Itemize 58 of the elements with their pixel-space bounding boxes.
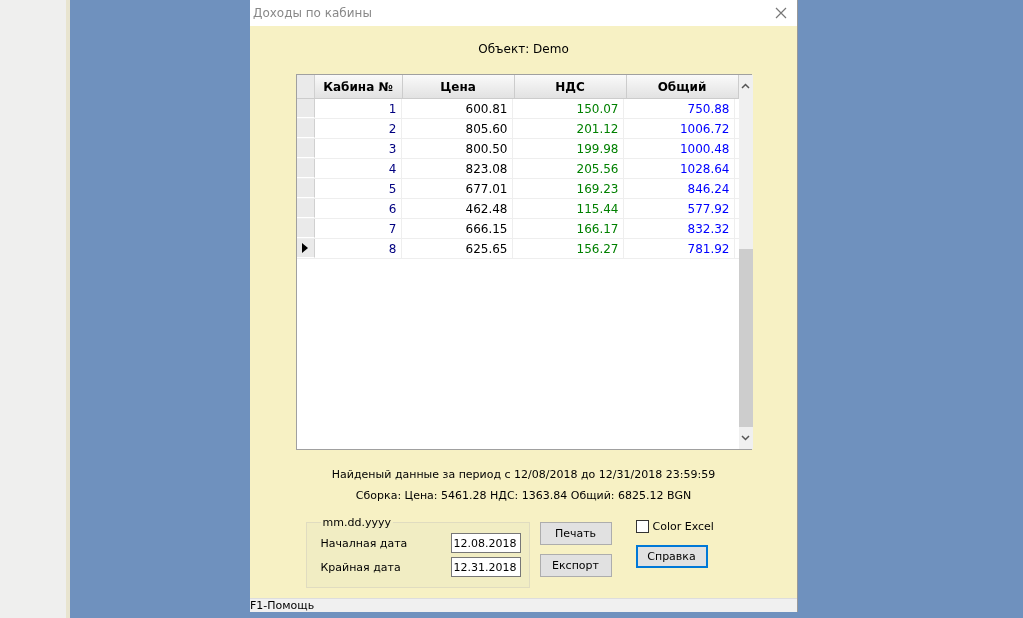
table-cell: 166.17 xyxy=(512,219,624,238)
field-label: Крайная дата xyxy=(320,560,401,574)
table-cell: 600.81 xyxy=(401,99,513,118)
scroll-thumb[interactable] xyxy=(738,249,753,427)
table-cell: 7 xyxy=(314,219,402,238)
table-cell: 625.65 xyxy=(401,239,513,258)
table-cell: 750.88 xyxy=(623,99,735,118)
table-cell: 201.12 xyxy=(512,119,624,138)
status-bar: F1-Помощь xyxy=(250,598,797,612)
checkbox[interactable] xyxy=(635,520,649,533)
table-cell: 1 xyxy=(314,99,402,118)
column-header[interactable]: НДС xyxy=(514,75,627,98)
checkbox-label: Color Excel xyxy=(652,520,714,533)
table-cell: 3 xyxy=(314,139,402,158)
scroll-down-icon[interactable] xyxy=(741,435,750,441)
table-cell: 677.01 xyxy=(401,179,513,198)
group-legend: mm.dd.yyyy xyxy=(320,516,393,529)
table-cell: 5 xyxy=(314,179,402,198)
close-icon[interactable] xyxy=(775,7,787,19)
dialog-button[interactable]: Печать xyxy=(539,522,612,545)
table-cell: 832.32 xyxy=(623,219,735,238)
scroll-up-icon[interactable] xyxy=(741,83,750,89)
table-cell: 4 xyxy=(314,159,402,178)
table-cell: 6 xyxy=(314,199,402,218)
table-cell: 846.24 xyxy=(623,179,735,198)
table-cell: 8 xyxy=(314,239,402,258)
table-cell: 156.27 xyxy=(512,239,624,258)
column-header[interactable]: Кабина № xyxy=(314,75,403,98)
table-cell: 823.08 xyxy=(401,159,513,178)
dialog-button[interactable]: Експорт xyxy=(539,554,612,577)
table-cell: 1028.64 xyxy=(623,159,735,178)
table-cell: 577.92 xyxy=(623,199,735,218)
window-title: Доходы по кабины xyxy=(253,6,372,20)
object-label: Объект: Demo xyxy=(478,42,569,56)
table-cell: 781.92 xyxy=(623,239,735,258)
table-cell: 1000.48 xyxy=(623,139,735,158)
table-cell: 462.48 xyxy=(401,199,513,218)
table-cell: 205.56 xyxy=(512,159,624,178)
scrollbar[interactable] xyxy=(738,75,753,449)
table-cell: 666.15 xyxy=(401,219,513,238)
row-indicator[interactable] xyxy=(296,239,315,258)
period-text: Найденый данные за период с 12/08/2018 до 12/31/2018 23:59:59 xyxy=(331,468,716,481)
table-cell: 169.23 xyxy=(512,179,624,198)
date-field[interactable]: 12.08.2018 xyxy=(450,533,521,553)
current-row-icon xyxy=(302,243,308,253)
date-field[interactable]: 12.31.2018 xyxy=(450,557,521,577)
table-cell: 150.07 xyxy=(512,99,624,118)
table-cell: 1006.72 xyxy=(623,119,735,138)
table-cell: 2 xyxy=(314,119,402,138)
table-cell: 199.98 xyxy=(512,139,624,158)
column-header[interactable]: Общий xyxy=(626,75,739,98)
table-cell: 800.50 xyxy=(401,139,513,158)
table-cell: 805.60 xyxy=(401,119,513,138)
column-header[interactable]: Цена xyxy=(402,75,515,98)
field-label: Началная дата xyxy=(320,536,408,550)
totals-text: Сборка: Цена: 5461.28 НДС: 1363.84 Общий: 6825.12 BGN xyxy=(355,489,692,502)
table-cell: 115.44 xyxy=(512,199,624,218)
help-button[interactable]: Справка xyxy=(635,545,708,568)
